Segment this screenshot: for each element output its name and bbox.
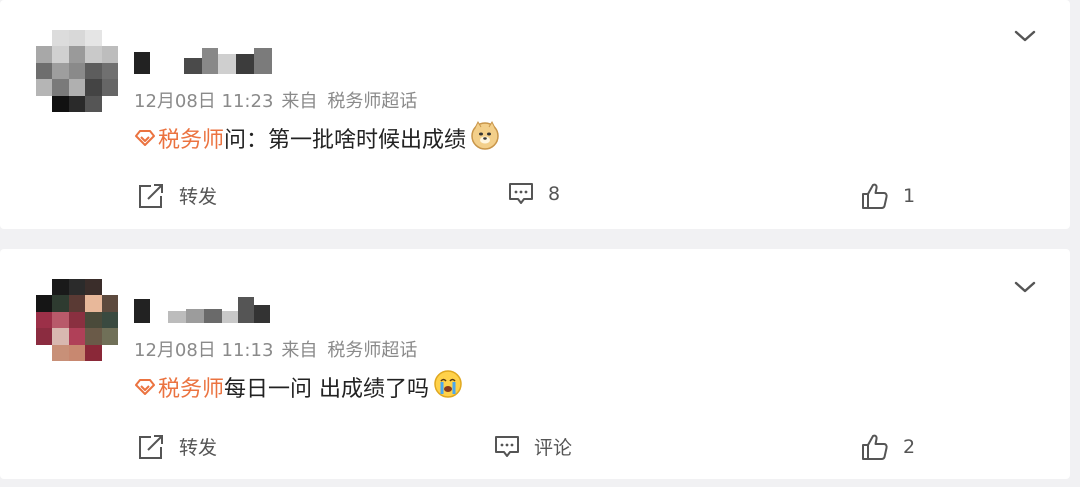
post-meta: 12月08日 11:23 来自 税务师超话 — [134, 87, 417, 113]
avatar[interactable] — [36, 30, 118, 112]
post-text: 税务师 每日一问 出成绩了吗 — [134, 369, 463, 405]
username-blurred[interactable] — [134, 295, 270, 323]
repost-label: 转发 — [179, 437, 218, 459]
topic-label: 税务师 — [158, 128, 225, 153]
post-time: 12月08日 11:23 — [134, 91, 274, 112]
comment-button[interactable]: 8 — [508, 182, 560, 206]
post-source[interactable]: 税务师超话 — [327, 340, 417, 361]
supertopic-icon — [135, 130, 155, 146]
comment-button[interactable]: 评论 — [494, 433, 572, 460]
repost-button[interactable]: 转发 — [137, 182, 217, 209]
like-button[interactable]: 1 — [861, 182, 915, 210]
crying-face-emoji-icon — [433, 369, 463, 405]
repost-icon — [139, 183, 163, 208]
avatar[interactable] — [36, 279, 118, 361]
topic-label: 税务师 — [158, 377, 225, 402]
comment-icon — [495, 435, 519, 457]
like-count: 1 — [903, 185, 916, 207]
like-button[interactable]: 2 — [861, 433, 915, 461]
repost-button[interactable]: 转发 — [137, 433, 217, 460]
topic-link[interactable]: 税务师 — [134, 122, 224, 154]
post-text: 税务师 问：第一批啥时候出成绩 — [134, 120, 500, 156]
repost-label: 转发 — [179, 186, 218, 208]
post-card: 12月08日 11:23 来自 税务师超话 税务师 问：第一批啥时候出成绩 转发 8… — [0, 0, 1070, 229]
username-blurred[interactable] — [134, 46, 272, 74]
topic-link[interactable]: 税务师 — [134, 371, 224, 403]
like-count: 2 — [903, 436, 916, 458]
comment-icon — [509, 183, 533, 204]
thumbs-up-icon — [862, 183, 888, 209]
thumbs-up-icon — [862, 434, 888, 460]
post-body: 每日一问 出成绩了吗 — [224, 377, 430, 402]
post-card: 12月08日 11:13 来自 税务师超话 税务师 每日一问 出成绩了吗 转发 评论… — [0, 249, 1070, 479]
post-source[interactable]: 税务师超话 — [327, 91, 417, 112]
doge-emoji-icon — [470, 120, 500, 156]
comment-label: 评论 — [534, 437, 573, 459]
chevron-down-icon[interactable] — [1014, 28, 1036, 44]
post-body: 问：第一批啥时候出成绩 — [224, 128, 467, 153]
post-meta: 12月08日 11:13 来自 税务师超话 — [134, 336, 417, 362]
source-prefix: 来自 — [281, 340, 318, 361]
supertopic-icon — [135, 379, 155, 395]
post-time: 12月08日 11:13 — [134, 340, 274, 361]
repost-icon — [139, 434, 163, 459]
source-prefix: 来自 — [281, 91, 318, 112]
chevron-down-icon[interactable] — [1014, 279, 1036, 295]
comment-count: 8 — [548, 183, 561, 205]
